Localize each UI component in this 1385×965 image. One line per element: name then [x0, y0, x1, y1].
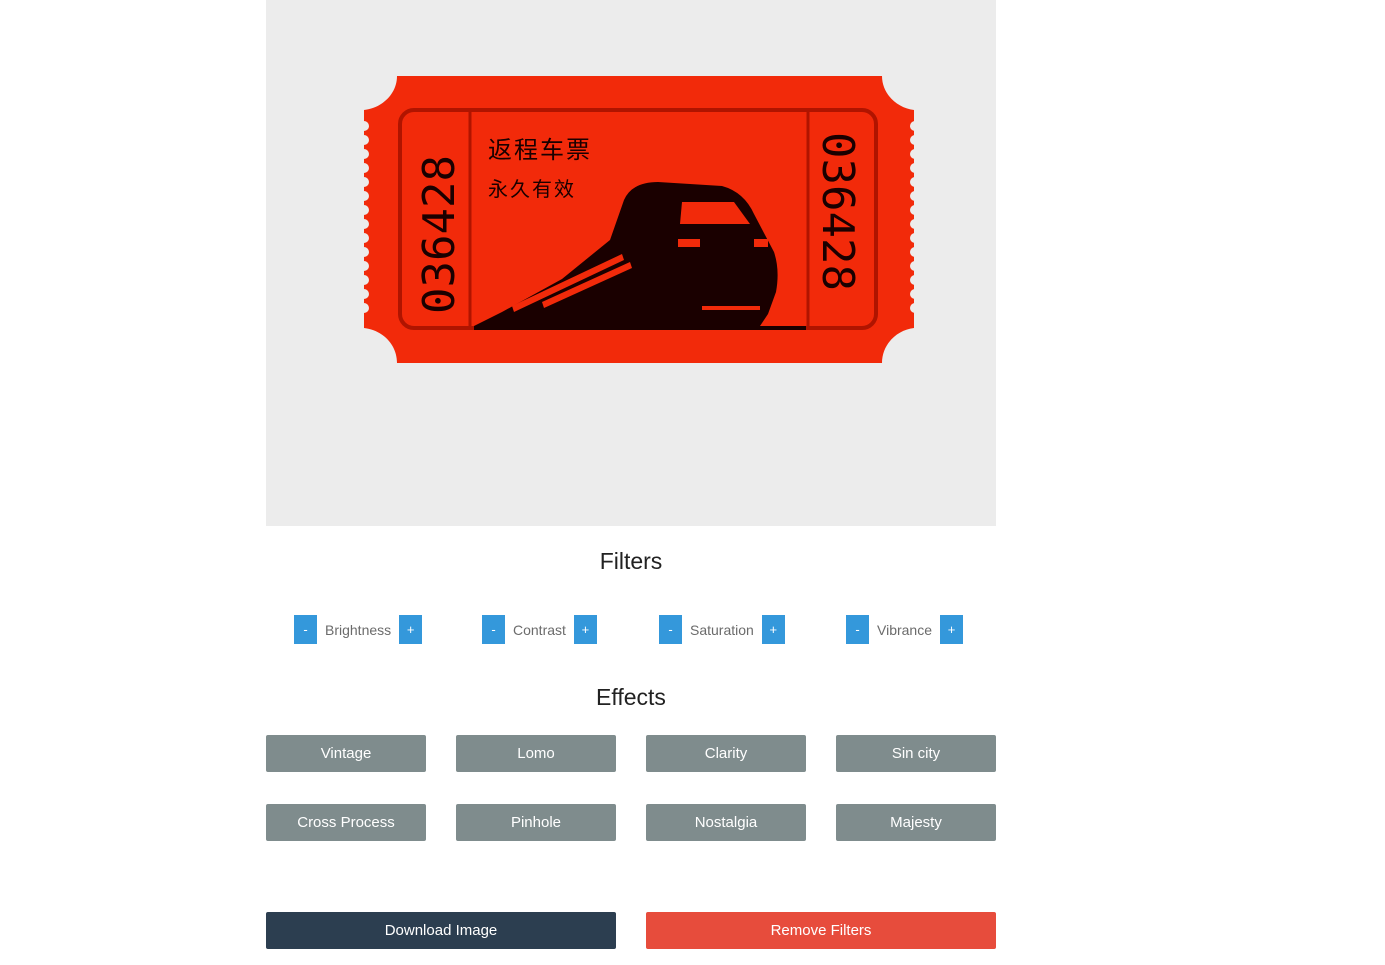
filters-heading: Filters [599, 548, 663, 574]
effect-cross-process-button[interactable]: Cross Process [266, 804, 426, 841]
effect-majesty-button[interactable]: Majesty [836, 804, 996, 841]
image-canvas: 036428 036428 返程车票 永久有效 [266, 0, 996, 526]
ticket-title-line1: 返程车票 [488, 136, 592, 164]
download-image-button[interactable]: Download Image [266, 912, 616, 949]
effect-pinhole-button[interactable]: Pinhole [456, 804, 616, 841]
ticket-number-left: 036428 [414, 155, 465, 314]
brightness-increase-button[interactable]: + [399, 615, 423, 644]
brightness-label: Brightness [325, 621, 392, 638]
saturation-decrease-button[interactable]: - [659, 615, 682, 644]
ticket-number-right: 036428 [812, 132, 863, 291]
remove-filters-button[interactable]: Remove Filters [646, 912, 996, 949]
brightness-decrease-button[interactable]: - [294, 615, 317, 644]
effect-nostalgia-button[interactable]: Nostalgia [646, 804, 806, 841]
vibrance-increase-button[interactable]: + [940, 615, 964, 644]
contrast-increase-button[interactable]: + [573, 615, 597, 644]
vibrance-label: Vibrance [877, 621, 933, 638]
vibrance-decrease-button[interactable]: - [846, 615, 869, 644]
saturation-increase-button[interactable]: + [761, 615, 785, 644]
filter-saturation: - Saturation + [659, 615, 785, 644]
contrast-label: Contrast [513, 621, 566, 638]
ticket-title-line2: 永久有效 [488, 177, 576, 201]
effect-sin-city-button[interactable]: Sin city [836, 735, 996, 772]
effect-clarity-button[interactable]: Clarity [646, 735, 806, 772]
effect-lomo-button[interactable]: Lomo [456, 735, 616, 772]
contrast-decrease-button[interactable]: - [482, 615, 505, 644]
effects-heading: Effects [596, 684, 666, 710]
filter-vibrance: - Vibrance + [846, 615, 964, 644]
saturation-label: Saturation [690, 621, 754, 638]
effect-vintage-button[interactable]: Vintage [266, 735, 426, 772]
ticket-image: 036428 036428 返程车票 永久有效 [362, 76, 918, 363]
filter-brightness: - Brightness + [294, 615, 423, 644]
filter-contrast: - Contrast + [482, 615, 597, 644]
